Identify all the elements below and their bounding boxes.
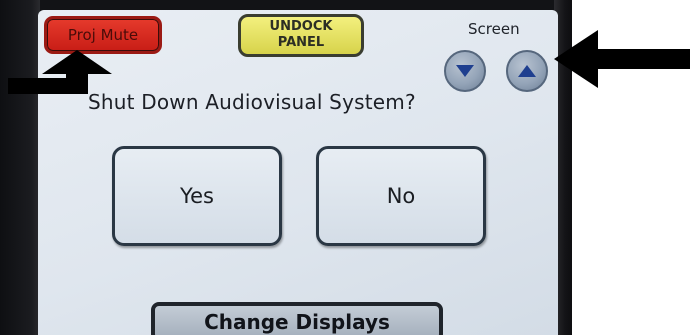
undock-panel-button[interactable]: UNDOCK PANEL — [238, 14, 364, 57]
undock-label-line1: UNDOCK — [269, 19, 333, 34]
arrow-pointer-icon — [554, 30, 690, 88]
no-button[interactable]: No — [316, 146, 486, 246]
touch-screen: Proj Mute UNDOCK PANEL Screen Shut Down … — [38, 10, 558, 335]
change-displays-button[interactable]: Change Displays — [151, 302, 443, 335]
screen-label: Screen — [468, 20, 520, 38]
triangle-up-icon — [518, 65, 536, 77]
photo-frame: Proj Mute UNDOCK PANEL Screen Shut Down … — [0, 0, 694, 335]
yes-button[interactable]: Yes — [112, 146, 282, 246]
arrow-pointer-icon — [8, 50, 112, 94]
screen-up-button[interactable] — [506, 50, 548, 92]
screen-down-button[interactable] — [444, 50, 486, 92]
proj-mute-button[interactable]: Proj Mute — [44, 16, 162, 54]
triangle-down-icon — [456, 65, 474, 77]
shutdown-prompt: Shut Down Audiovisual System? — [88, 90, 416, 114]
undock-label-line2: PANEL — [277, 35, 325, 50]
